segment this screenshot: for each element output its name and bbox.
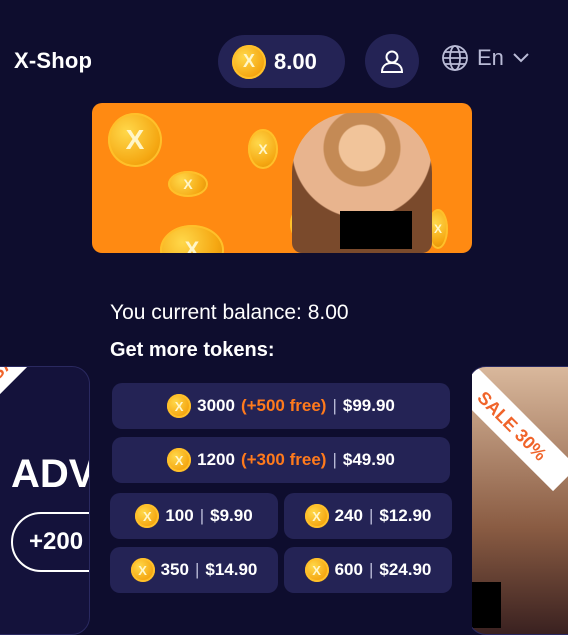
token-package-350[interactable]: X 350 | $14.90 [110,547,278,593]
promo-banner: X X X X X X [92,103,472,253]
separator: | [194,560,200,579]
package-tokens: 100 [165,506,194,525]
current-balance-text: You current balance: 8.00 [110,301,349,324]
language-label: En [477,45,504,70]
user-icon [380,50,404,73]
coin-x-icon: X [135,504,160,528]
token-package-3000[interactable]: X 3000 (+500 free) | $99.90 [112,383,450,429]
chevron-down-icon [513,53,529,63]
profile-button[interactable] [365,34,419,88]
package-price: $49.90 [342,450,395,469]
token-shop-popup: X X X X X X You current balance: 8.00 Ge… [92,103,472,635]
top-bar: X-Shop X 8.00 En [0,0,568,120]
package-tokens: 3000 [197,396,235,415]
coin-x-icon: X [167,448,192,472]
promo-card-left[interactable]: SALE 30% ADV +200 [0,366,90,635]
separator: | [368,506,374,525]
language-selector[interactable]: En [441,44,530,72]
sale-ribbon: SALE 30% [469,367,568,492]
token-package-100[interactable]: X 100 | $9.90 [110,493,278,539]
coin-x-icon: X [232,44,266,79]
brand-logo[interactable]: X-Shop [14,48,92,74]
package-bonus: (+500 free) [240,396,327,415]
package-price: $12.90 [379,506,432,525]
separator: | [199,506,205,525]
token-package-1200[interactable]: X 1200 (+300 free) | $49.90 [112,437,450,483]
coin-x-icon: X [304,558,329,582]
sale-ribbon: SALE 30% [0,367,89,410]
promo-card-right[interactable]: SALE 30% [468,366,568,635]
separator: | [332,450,337,469]
censor-block [340,211,412,249]
balance-button[interactable]: X 8.00 [218,35,345,88]
coin-x-icon: X [167,394,192,418]
get-more-tokens-label: Get more tokens: [110,339,275,361]
token-package-600[interactable]: X 600 | $24.90 [284,547,452,593]
package-tokens: 350 [160,560,189,579]
package-price: $24.90 [379,560,432,579]
package-price: $99.90 [342,396,395,415]
coin-x-icon: X [304,504,329,528]
package-price: $9.90 [210,506,253,525]
card-title: ADV [11,452,90,496]
package-tokens: 1200 [197,450,235,469]
coin-x-icon: X [130,558,155,582]
coin-x-icon: X [108,113,162,167]
package-bonus: (+300 free) [240,450,327,469]
coin-x-icon: X [160,225,224,253]
coin-x-icon: X [248,129,278,169]
globe-icon [442,45,468,71]
coin-x-icon: X [168,171,208,197]
separator: | [368,560,374,579]
card-bonus-button[interactable]: +200 [11,512,89,572]
token-package-240[interactable]: X 240 | $12.90 [284,493,452,539]
package-tokens: 600 [334,560,363,579]
balance-amount: 8.00 [274,48,317,74]
censor-block [469,582,501,628]
separator: | [332,396,337,415]
package-tokens: 240 [334,506,363,525]
package-price: $14.90 [205,560,258,579]
